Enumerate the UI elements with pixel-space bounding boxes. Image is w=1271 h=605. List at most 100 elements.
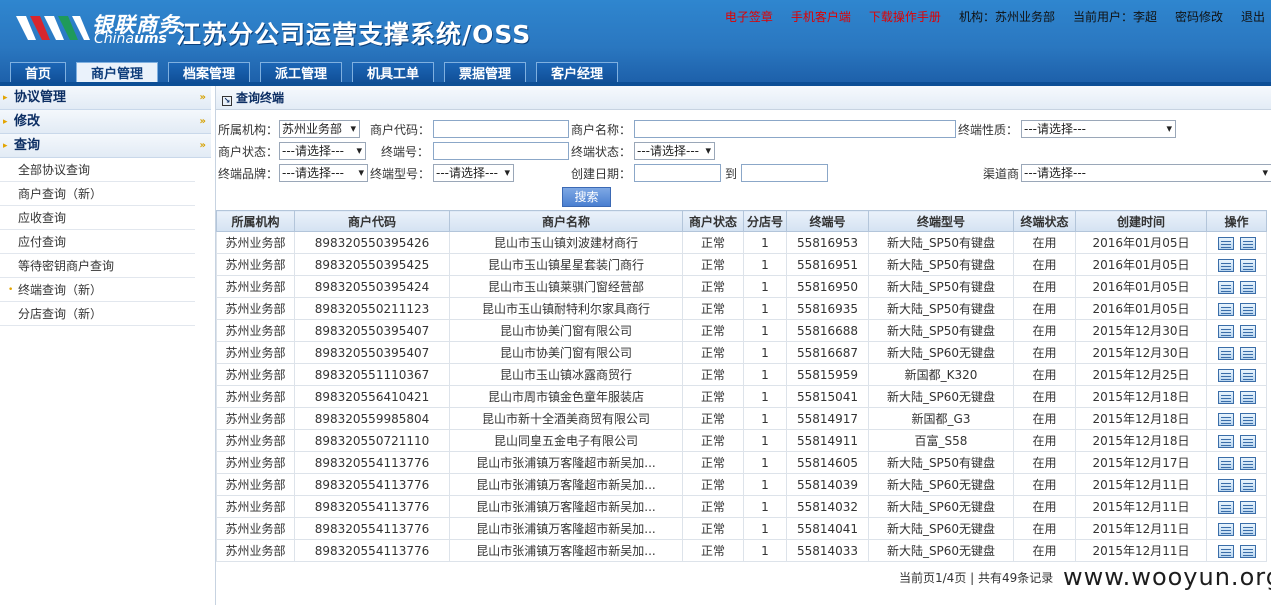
- table-row[interactable]: 苏州业务部 898320550211123 昆山市玉山镇耐特利尔家具商行 正常 1 558…: [216, 297, 1267, 320]
- column-header: 分店号: [743, 210, 787, 232]
- mobile-client-link[interactable]: 手机客户端: [791, 8, 851, 25]
- view-detail-icon[interactable]: [1217, 522, 1234, 536]
- edit-record-icon[interactable]: [1239, 236, 1256, 250]
- table-cell: 在用: [1013, 495, 1076, 518]
- table-cell: 昆山市张浦镇万客隆超市新吴加...: [449, 451, 683, 474]
- view-detail-icon[interactable]: [1217, 456, 1234, 470]
- view-detail-icon[interactable]: [1217, 390, 1234, 404]
- table-cell: 苏州业务部: [216, 539, 295, 562]
- table-cell: 正常: [682, 231, 744, 254]
- table-row[interactable]: 苏州业务部 898320550395407 昆山市协美门窗有限公司 正常 1 558166…: [216, 341, 1267, 364]
- double-chevron-icon: »: [199, 116, 206, 127]
- terminal-status-select[interactable]: ---请选择---: [634, 142, 715, 160]
- tab-receipt-management[interactable]: 票据管理: [444, 62, 526, 86]
- table-cell: 2016年01月05日: [1075, 231, 1207, 254]
- view-detail-icon[interactable]: [1217, 544, 1234, 558]
- table-row[interactable]: 苏州业务部 898320554113776 昆山市张浦镇万客隆超市新吴加... 正常 1…: [216, 451, 1267, 474]
- table-cell: 55816687: [786, 341, 869, 364]
- table-row[interactable]: 苏州业务部 898320554113776 昆山市张浦镇万客隆超市新吴加... 正常 1…: [216, 517, 1267, 540]
- sidebar-section-query[interactable]: ▸ 查询»: [0, 134, 211, 158]
- sidebar-item-merchant-query[interactable]: 商户查询（新）: [0, 182, 195, 206]
- tab-archive-management[interactable]: 档案管理: [168, 62, 250, 86]
- table-row[interactable]: 苏州业务部 898320554113776 昆山市张浦镇万客隆超市新吴加... 正常 1…: [216, 539, 1267, 562]
- table-cell: 898320550395407: [294, 341, 450, 364]
- table-cell: 55814033: [786, 539, 869, 562]
- merchant-status-select[interactable]: ---请选择---: [279, 142, 366, 160]
- table-row[interactable]: 苏州业务部 898320550395425 昆山市玉山镇星星套装门商行 正常 1 5581…: [216, 253, 1267, 276]
- table-row[interactable]: 苏州业务部 898320550395424 昆山市玉山镇莱骐门窗经营部 正常 1 5581…: [216, 275, 1267, 298]
- sidebar-item-all-agreements[interactable]: 全部协议查询: [0, 158, 195, 182]
- terminal-brand-select[interactable]: ---请选择---: [279, 164, 368, 182]
- table-cell: 苏州业务部: [216, 429, 295, 452]
- sidebar-item-branch-query[interactable]: 分店查询（新）: [0, 302, 195, 326]
- merchant-name-input[interactable]: [634, 120, 956, 138]
- table-cell: 新大陆_SP50有键盘: [868, 275, 1014, 298]
- logout-link[interactable]: 退出: [1241, 8, 1265, 25]
- channel-select[interactable]: ---请选择---: [1021, 164, 1271, 182]
- collapse-icon[interactable]: ↘: [222, 96, 232, 106]
- view-detail-icon[interactable]: [1217, 302, 1234, 316]
- edit-record-icon[interactable]: [1239, 522, 1256, 536]
- edit-record-icon[interactable]: [1239, 434, 1256, 448]
- table-cell: 1: [743, 319, 787, 342]
- create-date-to-input[interactable]: [741, 164, 828, 182]
- terminal-nature-select[interactable]: ---请选择---: [1021, 120, 1176, 138]
- table-row[interactable]: 苏州业务部 898320554113776 昆山市张浦镇万客隆超市新吴加... 正常 1…: [216, 473, 1267, 496]
- tab-home[interactable]: 首页: [10, 62, 66, 86]
- view-detail-icon[interactable]: [1217, 368, 1234, 382]
- terminal-no-input[interactable]: [433, 142, 569, 160]
- edit-record-icon[interactable]: [1239, 500, 1256, 514]
- sidebar-section-modify[interactable]: ▸ 修改»: [0, 110, 211, 134]
- page-title: ↘ 查询终端: [216, 86, 1271, 110]
- table-cell: 苏州业务部: [216, 275, 295, 298]
- edit-record-icon[interactable]: [1239, 302, 1256, 316]
- tab-dispatch-management[interactable]: 派工管理: [260, 62, 342, 86]
- edit-record-icon[interactable]: [1239, 390, 1256, 404]
- download-manual-link[interactable]: 下载操作手册: [869, 8, 941, 25]
- terminal-nature-label: 终端性质：: [958, 123, 1019, 137]
- view-detail-icon[interactable]: [1217, 500, 1234, 514]
- table-row[interactable]: 苏州业务部 898320559985804 昆山市新十全酒美商贸有限公司 正常 1 558…: [216, 407, 1267, 430]
- sidebar-section-agreement[interactable]: ▸ 协议管理»: [0, 86, 211, 110]
- edit-record-icon[interactable]: [1239, 544, 1256, 558]
- create-date-from-input[interactable]: [634, 164, 721, 182]
- date-to-label: 到: [725, 167, 738, 181]
- terminal-model-select[interactable]: ---请选择---: [433, 164, 514, 182]
- edit-record-icon[interactable]: [1239, 456, 1256, 470]
- table-cell: 55814911: [786, 429, 869, 452]
- search-button[interactable]: 搜索: [562, 187, 611, 207]
- view-detail-icon[interactable]: [1217, 478, 1234, 492]
- view-detail-icon[interactable]: [1217, 346, 1234, 360]
- sidebar-item-payable-query[interactable]: 应付查询: [0, 230, 195, 254]
- sidebar-item-receivable-query[interactable]: 应收查询: [0, 206, 195, 230]
- table-row[interactable]: 苏州业务部 898320556410421 昆山市周市镇金色童年服装店 正常 1 5581…: [216, 385, 1267, 408]
- table-cell: 百富_S58: [868, 429, 1014, 452]
- table-row[interactable]: 苏州业务部 898320550721110 昆山同皇五金电子有限公司 正常 1 55814…: [216, 429, 1267, 452]
- tab-account-manager[interactable]: 客户经理: [536, 62, 618, 86]
- view-detail-icon[interactable]: [1217, 258, 1234, 272]
- tab-merchant-management[interactable]: 商户管理: [76, 62, 158, 86]
- sidebar-item-pending-key-query[interactable]: 等待密钥商户查询: [0, 254, 195, 278]
- edit-record-icon[interactable]: [1239, 478, 1256, 492]
- edit-record-icon[interactable]: [1239, 258, 1256, 272]
- change-password-link[interactable]: 密码修改: [1175, 8, 1223, 25]
- view-detail-icon[interactable]: [1217, 280, 1234, 294]
- edit-record-icon[interactable]: [1239, 368, 1256, 382]
- org-select[interactable]: 苏州业务部: [279, 120, 360, 138]
- view-detail-icon[interactable]: [1217, 412, 1234, 426]
- tab-device-work-order[interactable]: 机具工单: [352, 62, 434, 86]
- view-detail-icon[interactable]: [1217, 434, 1234, 448]
- e-sign-link[interactable]: 电子签章: [725, 8, 773, 25]
- edit-record-icon[interactable]: [1239, 280, 1256, 294]
- sidebar-item-terminal-query[interactable]: • 终端查询（新）: [0, 278, 195, 302]
- view-detail-icon[interactable]: [1217, 324, 1234, 338]
- table-row[interactable]: 苏州业务部 898320554113776 昆山市张浦镇万客隆超市新吴加... 正常 1…: [216, 495, 1267, 518]
- table-row[interactable]: 苏州业务部 898320550395426 昆山市玉山镇刘波建材商行 正常 1 55816…: [216, 231, 1267, 254]
- table-row[interactable]: 苏州业务部 898320550395407 昆山市协美门窗有限公司 正常 1 558166…: [216, 319, 1267, 342]
- table-row[interactable]: 苏州业务部 898320551110367 昆山市玉山镇冰露商贸行 正常 1 558159…: [216, 363, 1267, 386]
- merchant-code-input[interactable]: [433, 120, 569, 138]
- view-detail-icon[interactable]: [1217, 236, 1234, 250]
- edit-record-icon[interactable]: [1239, 346, 1256, 360]
- edit-record-icon[interactable]: [1239, 412, 1256, 426]
- edit-record-icon[interactable]: [1239, 324, 1256, 338]
